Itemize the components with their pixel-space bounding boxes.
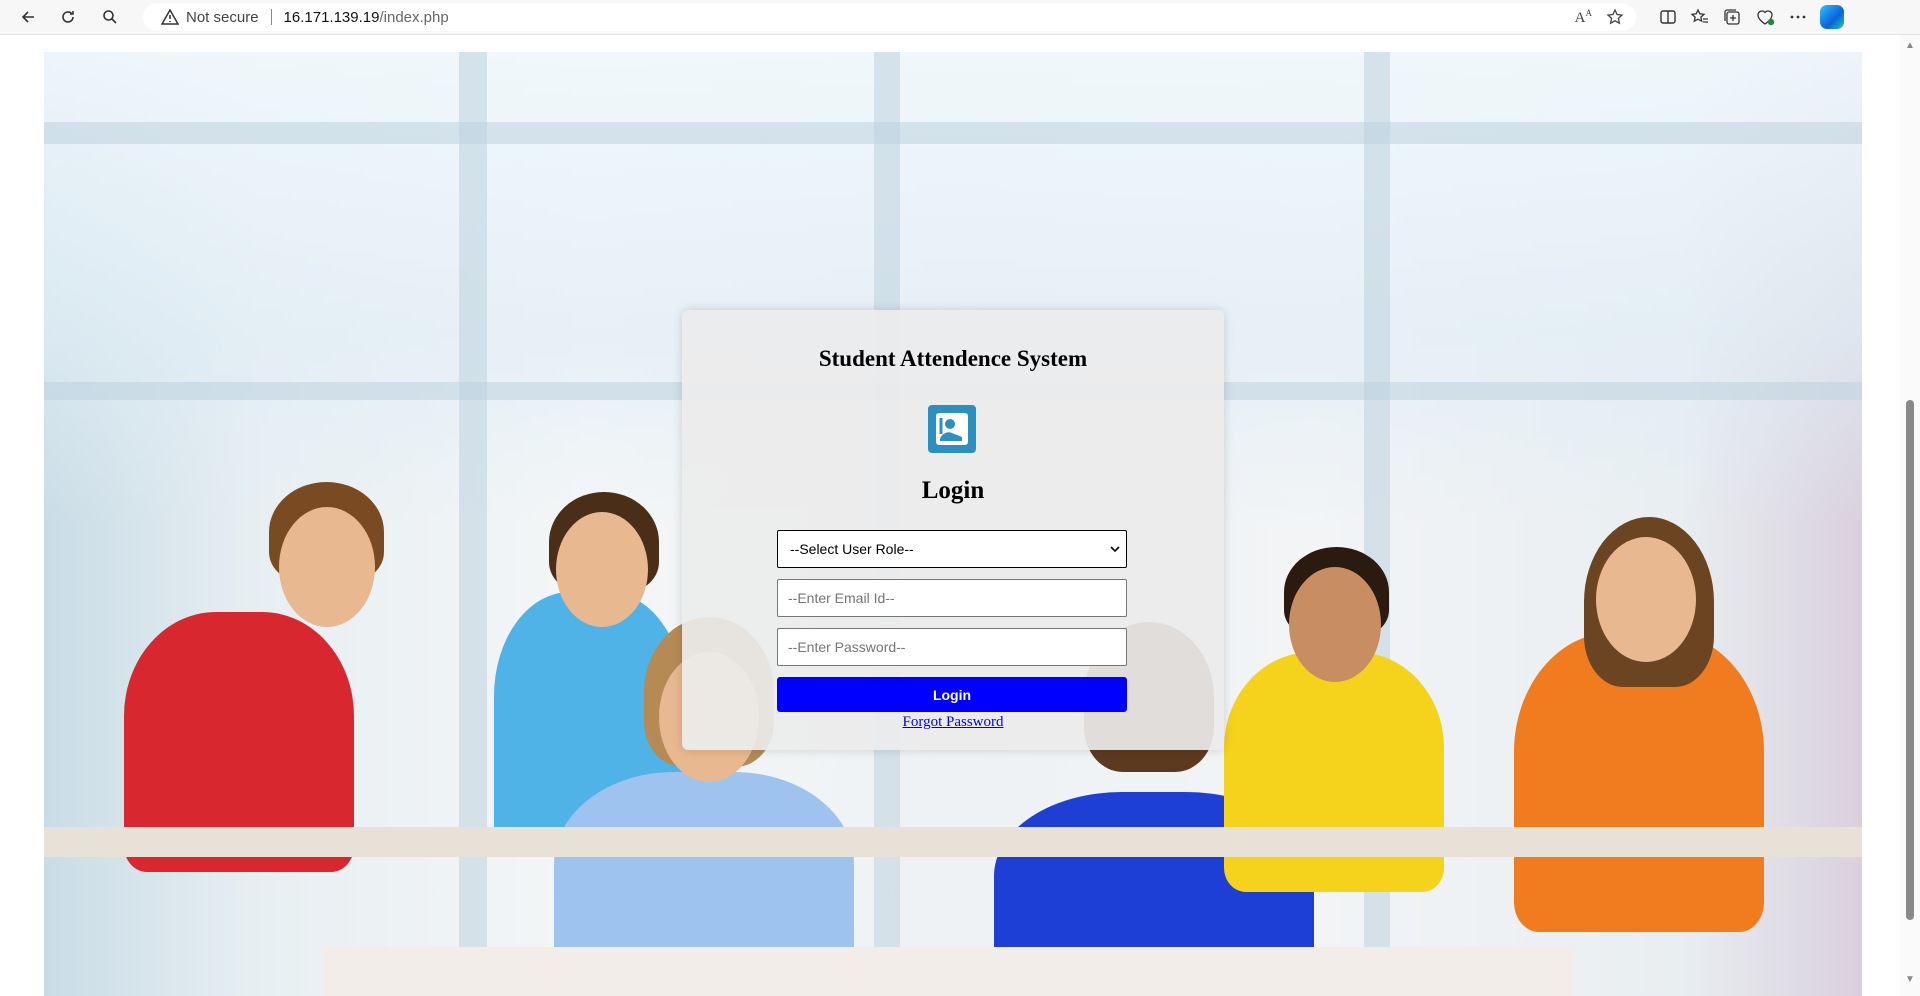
login-heading: Login: [921, 477, 985, 504]
favorite-star-icon[interactable]: [1606, 8, 1624, 26]
scroll-thumb[interactable]: [1906, 400, 1914, 920]
more-icon[interactable]: [1788, 7, 1808, 27]
address-bar[interactable]: Not secure 16.171.139.19/index.php AA: [143, 3, 1636, 31]
copilot-icon[interactable]: [1820, 5, 1844, 29]
forgot-password-link[interactable]: Forgot Password: [682, 714, 1224, 731]
refresh-icon[interactable]: [52, 3, 84, 31]
email-field[interactable]: [777, 579, 1127, 617]
user-role-selected: --Select User Role--: [790, 541, 914, 557]
student-face: [279, 507, 375, 627]
scroll-up-arrow-icon[interactable]: ▲: [1905, 41, 1915, 51]
login-card: Student Attendence System Login --Select…: [682, 310, 1224, 750]
app-title: Student Attendence System: [818, 346, 1088, 371]
search-icon[interactable]: [94, 3, 126, 31]
back-icon[interactable]: [12, 3, 44, 31]
password-field[interactable]: [777, 628, 1127, 666]
favorites-icon[interactable]: [1690, 7, 1710, 27]
url-host: 16.171.139.19: [283, 8, 380, 26]
collections-icon[interactable]: [1722, 7, 1742, 27]
student-face: [556, 512, 648, 627]
browser-toolbar: Not secure 16.171.139.19/index.php AA: [0, 0, 1920, 35]
browser-essentials-icon[interactable]: [1754, 7, 1776, 27]
student-face: [1289, 567, 1381, 682]
desk: [44, 827, 1862, 857]
user-role-select[interactable]: --Select User Role--: [777, 530, 1127, 568]
address-divider: [270, 9, 272, 25]
split-screen-icon[interactable]: [1658, 7, 1678, 27]
password-input[interactable]: [778, 629, 1126, 665]
student-face: [1596, 537, 1696, 662]
page-viewport: Student Attendence System Login --Select…: [0, 35, 1920, 996]
front-desk: [324, 947, 1574, 996]
page-scrollbar[interactable]: ▲ ▼: [1900, 35, 1920, 996]
email-input[interactable]: [778, 580, 1126, 616]
scroll-down-arrow-icon[interactable]: ▼: [1905, 975, 1915, 985]
url-path: /index.php: [379, 8, 449, 26]
user-badge-icon: [928, 405, 976, 453]
chevron-down-icon: [1110, 546, 1120, 553]
window-frame: [44, 122, 1862, 144]
security-label[interactable]: Not secure: [186, 9, 259, 26]
warning-icon[interactable]: [161, 9, 179, 25]
read-aloud-icon[interactable]: AA: [1575, 8, 1592, 27]
login-button[interactable]: Login: [777, 677, 1127, 712]
